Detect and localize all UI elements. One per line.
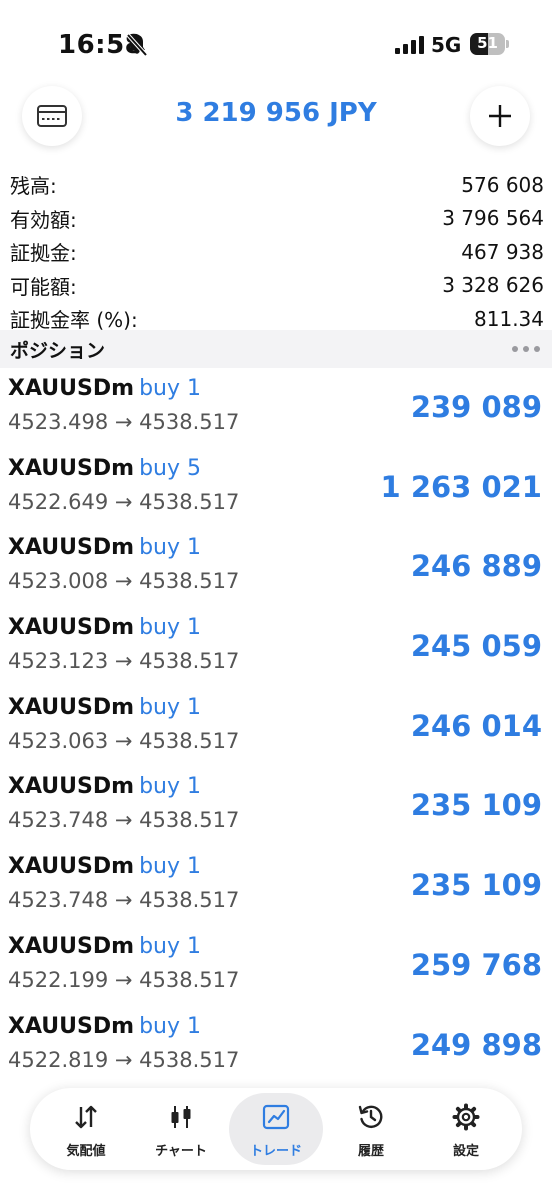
position-side: buy 1 <box>139 535 201 561</box>
position-profit: 1 263 021 <box>380 469 542 504</box>
position-symbol: XAUUSDm <box>8 376 135 401</box>
position-profit: 246 889 <box>410 549 542 584</box>
quotes-arrows-icon <box>75 1105 97 1129</box>
summary-row-equity: 有効額: 3 796 564 <box>10 202 544 236</box>
history-icon <box>358 1105 383 1128</box>
position-profit: 246 014 <box>410 708 542 743</box>
position-symbol: XAUUSDm <box>8 1013 135 1039</box>
position-row[interactable]: XAUUSDm buy 1 4523.748 → 4538.517 235 109 <box>0 768 552 848</box>
nav-label: 気配値 <box>66 1144 106 1159</box>
nav-item-settings[interactable]: 設定 <box>419 1093 513 1165</box>
position-profit: 259 768 <box>410 947 542 982</box>
position-prices: 4523.748 → 4538.517 <box>8 888 240 913</box>
summary-value: 3 328 626 <box>442 273 544 298</box>
position-symbol: XAUUSDm <box>8 615 135 641</box>
position-profit: 249 898 <box>410 1027 542 1062</box>
bell-slash-icon <box>126 33 148 57</box>
position-side: buy 1 <box>139 933 201 959</box>
bottom-navigation: 気配値 チャート トレード 履歴 設定 <box>30 1088 522 1170</box>
position-symbol: XAUUSDm <box>8 933 135 959</box>
status-bar: 16:58 5G 51 <box>0 0 552 90</box>
summary-value: 467 938 <box>461 239 544 264</box>
summary-value: 3 796 564 <box>442 206 544 231</box>
position-row[interactable]: XAUUSDm buy 1 4523.008 → 4538.517 246 889 <box>0 529 552 609</box>
position-row[interactable]: XAUUSDm buy 1 4523.498 → 4538.517 239 089 <box>0 370 552 450</box>
position-side: buy 1 <box>139 615 201 641</box>
nav-label: トレード <box>249 1144 302 1159</box>
position-prices: 4522.649 → 4538.517 <box>8 489 240 514</box>
nav-label: 設定 <box>452 1144 479 1159</box>
position-symbol: XAUUSDm <box>8 694 135 720</box>
summary-label: 可能額: <box>10 274 77 299</box>
positions-section-header: ポジション <box>0 330 552 368</box>
summary-row-free-margin: 可能額: 3 328 626 <box>10 269 544 303</box>
position-prices: 4523.123 → 4538.517 <box>8 649 240 674</box>
nav-item-trade[interactable]: トレード <box>229 1093 323 1165</box>
position-prices: 4523.498 → 4538.517 <box>8 410 240 434</box>
position-profit: 239 089 <box>410 390 542 424</box>
more-options-icon[interactable] <box>512 346 540 352</box>
position-profit: 245 059 <box>410 629 542 664</box>
battery-icon: 51 <box>470 33 510 55</box>
position-row[interactable]: XAUUSDm buy 1 4523.748 → 4538.517 235 109 <box>0 848 552 928</box>
position-row[interactable]: XAUUSDm buy 1 4523.063 → 4538.517 246 014 <box>0 689 552 769</box>
nav-label: チャート <box>155 1144 207 1159</box>
position-side: buy 1 <box>139 694 201 720</box>
summary-row-balance: 残高: 576 608 <box>10 168 544 202</box>
battery-level: 51 <box>477 34 498 52</box>
trade-screen: 16:58 5G 51 3 219 956 JPY 残高: 576 608 有効… <box>0 0 552 1200</box>
position-prices: 4523.063 → 4538.517 <box>8 728 240 753</box>
deposit-card-button[interactable] <box>22 86 82 146</box>
section-title: ポジション <box>10 339 106 362</box>
position-symbol: XAUUSDm <box>8 854 135 880</box>
position-row[interactable]: XAUUSDm buy 1 4522.819 → 4538.517 249 898 <box>0 1008 552 1088</box>
summary-row-margin: 証拠金: 467 938 <box>10 235 544 269</box>
position-symbol: XAUUSDm <box>8 455 135 481</box>
positions-list: XAUUSDm buy 1 4523.498 → 4538.517 239 089… <box>0 370 552 1087</box>
account-summary: 残高: 576 608 有効額: 3 796 564 証拠金: 467 938 … <box>10 168 544 336</box>
cellular-signal-icon <box>395 36 424 54</box>
candlestick-chart-icon <box>171 1106 191 1128</box>
position-side: buy 5 <box>139 455 201 481</box>
position-prices: 4522.819 → 4538.517 <box>8 1047 240 1072</box>
position-row[interactable]: XAUUSDm buy 1 4522.199 → 4538.517 259 768 <box>0 928 552 1008</box>
card-icon <box>37 105 67 127</box>
summary-label: 有効額: <box>10 207 77 232</box>
summary-value: 576 608 <box>461 172 544 197</box>
position-prices: 4522.199 → 4538.517 <box>8 967 240 992</box>
nav-item-quotes[interactable]: 気配値 <box>39 1093 133 1165</box>
nav-item-chart[interactable]: チャート <box>134 1093 228 1165</box>
position-prices: 4523.008 → 4538.517 <box>8 569 240 594</box>
summary-value: 811.34 <box>474 306 544 331</box>
position-row[interactable]: XAUUSDm buy 1 4523.123 → 4538.517 245 059 <box>0 609 552 689</box>
position-row[interactable]: XAUUSDm buy 5 4522.649 → 4538.517 1 263 0… <box>0 450 552 530</box>
settings-gear-icon <box>452 1103 480 1131</box>
position-side: buy 1 <box>139 854 201 880</box>
network-type: 5G <box>431 33 462 57</box>
position-prices: 4523.748 → 4538.517 <box>8 808 240 833</box>
position-side: buy 1 <box>139 376 201 401</box>
position-profit: 235 109 <box>410 868 542 903</box>
account-balance-title: 3 219 956 JPY <box>175 98 377 128</box>
nav-label: 履歴 <box>357 1144 384 1159</box>
new-order-button[interactable] <box>470 86 530 146</box>
nav-item-history[interactable]: 履歴 <box>324 1093 418 1165</box>
position-symbol: XAUUSDm <box>8 774 135 800</box>
position-side: buy 1 <box>139 1013 201 1039</box>
position-side: buy 1 <box>139 774 201 800</box>
summary-label: 証拠金率 (%): <box>10 308 138 333</box>
summary-label: 証拠金: <box>10 241 77 266</box>
trade-chart-icon <box>262 1104 290 1130</box>
plus-icon <box>489 105 511 127</box>
position-symbol: XAUUSDm <box>8 535 135 561</box>
summary-label: 残高: <box>10 174 57 199</box>
position-profit: 235 109 <box>410 788 542 823</box>
